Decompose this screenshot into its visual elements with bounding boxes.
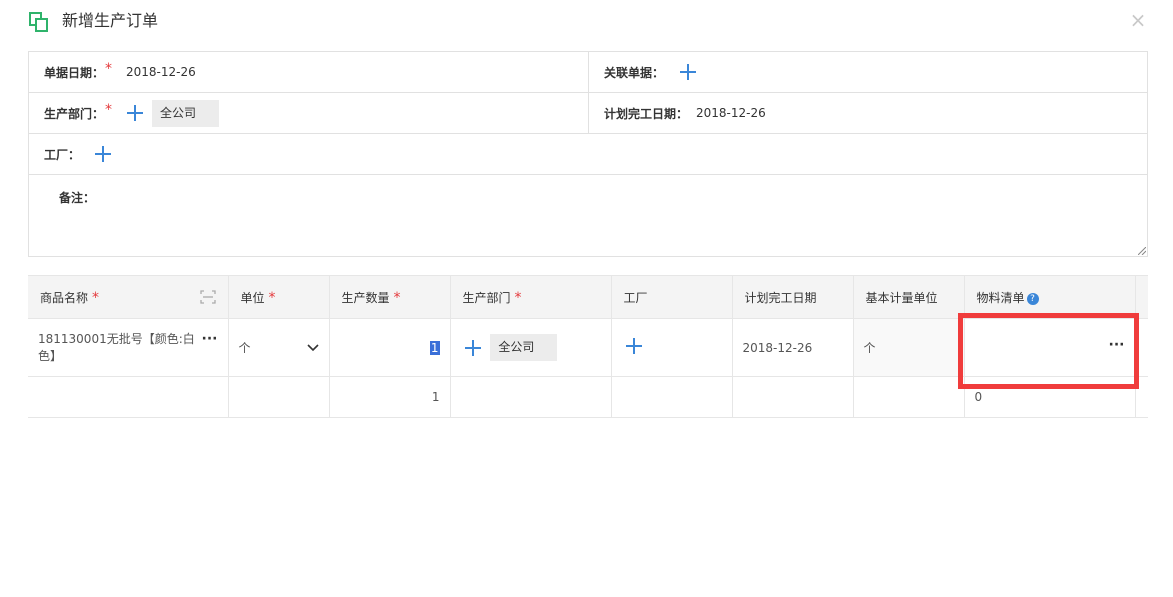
product-name-text: 181130001无批号【颜色:白色】 — [38, 331, 195, 363]
cell-unit[interactable]: 个 — [228, 318, 330, 377]
cell-base-unit: 个 — [853, 318, 965, 377]
remark-field: 备注： — [29, 175, 1147, 256]
doc-date-field: 单据日期： * 2018-12-26 — [29, 52, 589, 92]
factory-field: 工厂： — [29, 134, 1147, 174]
add-dept-icon[interactable] — [464, 339, 481, 356]
header-qty: 生产数量 * — [329, 275, 451, 319]
help-icon[interactable]: ? — [1026, 292, 1039, 305]
header-factory: 工厂 — [611, 275, 733, 319]
header-dept: 生产部门 * — [450, 275, 612, 319]
sum-qty: 1 — [329, 376, 451, 418]
cell-product-name[interactable]: 181130001无批号【颜色:白色】 ··· — [28, 318, 229, 377]
plan-finish-field: 计划完工日期： 2018-12-26 — [589, 93, 1147, 133]
header-base-unit: 基本计量单位 — [853, 275, 965, 319]
sum-cell-dept — [450, 376, 612, 418]
required-mark: * — [105, 61, 113, 77]
sum-cell-product-name — [28, 376, 229, 418]
remark-label: 备注： — [59, 191, 96, 205]
chevron-down-icon — [306, 343, 319, 351]
resize-grip-icon[interactable] — [1138, 247, 1146, 255]
add-factory-icon[interactable] — [625, 338, 642, 354]
dialog-title: 新增生产订单 — [62, 11, 159, 30]
add-related-doc-icon[interactable] — [680, 64, 697, 80]
cell-dept: 全公司 — [450, 318, 612, 377]
plan-finish-value[interactable]: 2018-12-26 — [696, 106, 766, 120]
add-factory-icon[interactable] — [95, 146, 112, 162]
sum-cell-overflow — [1135, 376, 1148, 418]
sum-cell-base-unit — [853, 376, 965, 418]
required-mark: * — [514, 289, 522, 306]
required-mark: * — [105, 102, 113, 118]
required-mark: * — [393, 289, 401, 306]
scan-icon[interactable] — [199, 290, 216, 304]
header-unit: 单位 * — [228, 275, 330, 319]
more-options-button[interactable]: ··· — [202, 331, 218, 347]
factory-label: 工厂： — [44, 147, 81, 162]
sum-cell-plan-finish — [732, 376, 854, 418]
doc-date-value[interactable]: 2018-12-26 — [126, 65, 196, 79]
dept-tag[interactable]: 全公司 — [490, 334, 558, 361]
table-row: 181130001无批号【颜色:白色】 ··· 个 1 全公司 2018-12-… — [28, 318, 1148, 377]
dialog-header: 新增生产订单 × — [0, 0, 1173, 44]
plan-finish-label: 计划完工日期： — [604, 106, 689, 121]
related-doc-field: 关联单据： — [589, 52, 1147, 92]
bom-more-button[interactable]: ··· — [1109, 337, 1125, 353]
dept-label: 生产部门： — [44, 106, 105, 121]
add-dept-icon[interactable] — [127, 105, 144, 121]
qty-input-value[interactable]: 1 — [429, 340, 440, 355]
required-mark: * — [92, 289, 100, 306]
header-plan-finish: 计划完工日期 — [732, 275, 854, 319]
sum-bom: 0 — [964, 376, 1136, 418]
product-grid: 商品名称 * 单位 * 生产数量 * 生产部门 * 工厂 计划完工日期 基本计量单位 物… — [28, 275, 1148, 418]
doc-date-label: 单据日期： — [44, 65, 105, 80]
order-form: 单据日期： * 2018-12-26 关联单据： 生产部门： * 全公司 计划完… — [28, 51, 1148, 257]
required-mark: * — [268, 289, 276, 306]
header-bom: 物料清单? — [964, 275, 1136, 319]
summary-row: 1 0 — [28, 376, 1148, 418]
cell-bom[interactable]: ··· — [964, 318, 1136, 377]
header-overflow — [1135, 275, 1148, 319]
unit-select-value: 个 — [238, 341, 251, 355]
dept-tag[interactable]: 全公司 — [152, 99, 220, 127]
unit-select[interactable]: 个 — [239, 339, 319, 356]
sum-cell-unit — [228, 376, 330, 418]
cell-qty[interactable]: 1 — [329, 318, 451, 377]
related-doc-label: 关联单据： — [604, 65, 665, 80]
cell-factory — [611, 318, 733, 377]
cell-plan-finish[interactable]: 2018-12-26 — [732, 318, 854, 377]
close-button[interactable]: × — [1129, 9, 1147, 31]
cell-overflow — [1135, 318, 1148, 377]
copy-document-icon — [29, 12, 48, 32]
sum-cell-factory — [611, 376, 733, 418]
remark-input[interactable] — [109, 181, 1143, 252]
header-product-name: 商品名称 * — [28, 275, 229, 319]
dept-field: 生产部门： * 全公司 — [29, 93, 589, 133]
